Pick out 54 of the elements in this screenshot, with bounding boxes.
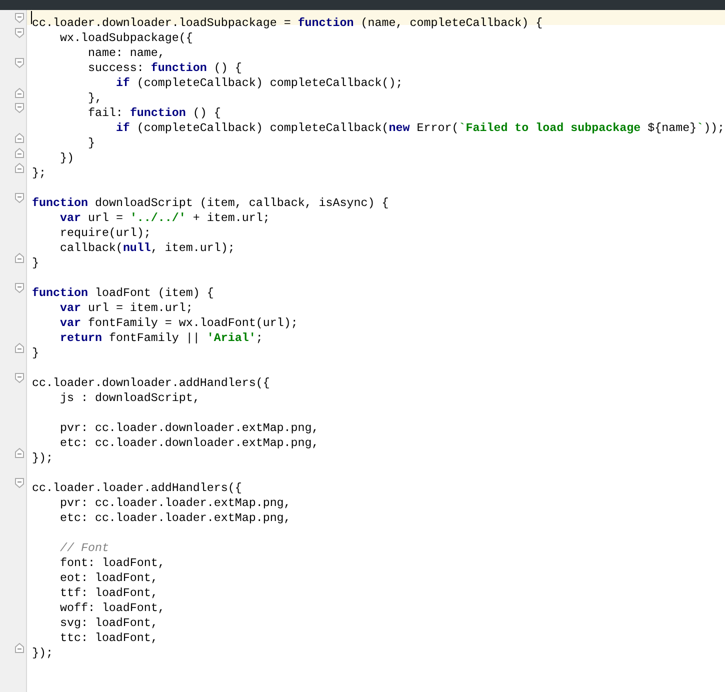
code-line: if (completeCallback) completeCallback(new Error(`Failed to load subpackage ${name}`)); — [116, 121, 725, 136]
text-cursor — [31, 11, 32, 24]
fold-marker-icon[interactable] — [15, 283, 24, 293]
code-line: ttc: loadFont, — [60, 631, 158, 646]
code-line: cc.loader.downloader.loadSubpackage = function (name, completeCallback) { — [32, 16, 543, 31]
code-line: svg: loadFont, — [60, 616, 158, 631]
fold-marker-icon[interactable] — [15, 343, 24, 353]
code-line: } — [32, 256, 39, 271]
code-line: callback(null, item.url); — [60, 241, 235, 256]
code-line: }); — [32, 646, 53, 661]
code-line: // Font — [60, 541, 109, 556]
fold-marker-icon[interactable] — [15, 103, 24, 113]
fold-marker-icon[interactable] — [15, 643, 24, 653]
code-line: } — [32, 346, 39, 361]
fold-marker-icon[interactable] — [15, 28, 24, 38]
code-line: return fontFamily || 'Arial'; — [60, 331, 263, 346]
code-line: function downloadScript (item, callback, isAsync) { — [32, 196, 389, 211]
fold-marker-icon[interactable] — [15, 193, 24, 203]
fold-marker-icon[interactable] — [15, 58, 24, 68]
fold-marker-icon[interactable] — [15, 448, 24, 458]
code-line: function loadFont (item) { — [32, 286, 214, 301]
code-line: woff: loadFont, — [60, 601, 165, 616]
code-line: var url = item.url; — [60, 301, 193, 316]
fold-marker-icon[interactable] — [15, 148, 24, 158]
code-line: js : downloadScript, — [60, 391, 200, 406]
code-line: ttf: loadFont, — [60, 586, 158, 601]
fold-marker-icon[interactable] — [15, 13, 24, 23]
code-line: pvr: cc.loader.downloader.extMap.png, — [60, 421, 319, 436]
fold-marker-icon[interactable] — [15, 373, 24, 383]
code-line: }; — [32, 166, 46, 181]
fold-marker-icon[interactable] — [15, 478, 24, 488]
fold-marker-icon[interactable] — [15, 253, 24, 263]
code-line: }); — [32, 451, 53, 466]
code-line: cc.loader.downloader.addHandlers({ — [32, 376, 270, 391]
code-line: success: function () { — [88, 61, 242, 76]
code-line: }, — [88, 91, 102, 106]
code-line: font: loadFont, — [60, 556, 165, 571]
code-line: } — [88, 136, 95, 151]
code-line: etc: cc.loader.downloader.extMap.png, — [60, 436, 319, 451]
fold-marker-icon[interactable] — [15, 163, 24, 173]
code-line: }) — [60, 151, 74, 166]
code-line: require(url); — [60, 226, 151, 241]
code-line: var url = '../../' + item.url; — [60, 211, 270, 226]
fold-marker-icon[interactable] — [15, 133, 24, 143]
code-line: if (completeCallback) completeCallback(); — [116, 76, 403, 91]
code-line: name: name, — [88, 46, 165, 61]
code-line: pvr: cc.loader.loader.extMap.png, — [60, 496, 291, 511]
code-line: cc.loader.loader.addHandlers({ — [32, 481, 242, 496]
code-line: eot: loadFont, — [60, 571, 158, 586]
code-line: wx.loadSubpackage({ — [60, 31, 193, 46]
code-line: etc: cc.loader.loader.extMap.png, — [60, 511, 291, 526]
code-line: var fontFamily = wx.loadFont(url); — [60, 316, 298, 331]
code-line: fail: function () { — [88, 106, 221, 121]
fold-marker-icon[interactable] — [15, 88, 24, 98]
